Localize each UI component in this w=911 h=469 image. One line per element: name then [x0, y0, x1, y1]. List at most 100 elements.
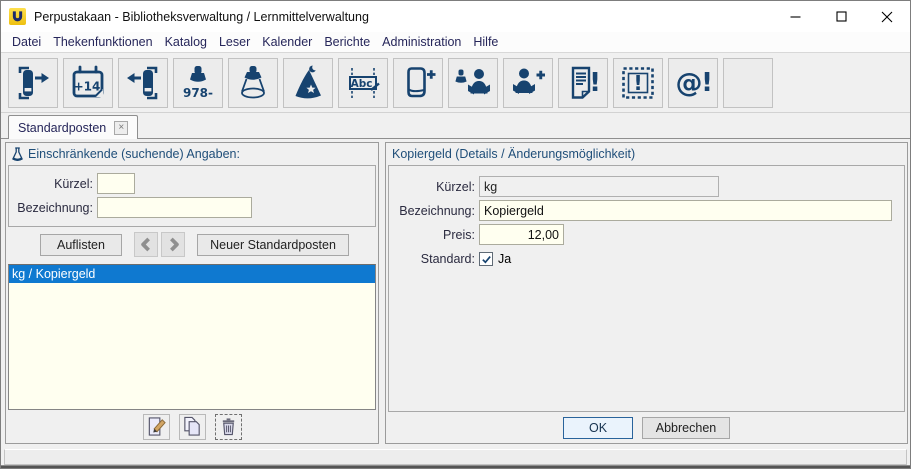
- auflisten-button[interactable]: Auflisten: [40, 234, 122, 256]
- at-glyph: @: [676, 68, 703, 99]
- email-alert-icon: @ !: [673, 63, 713, 103]
- book-arrow-right-icon: [13, 63, 53, 103]
- abc-field-icon: Abc: [343, 63, 383, 103]
- copy-record-button[interactable]: [179, 414, 206, 440]
- search-buttons-row: Auflisten Neuer Standardposten: [6, 227, 378, 261]
- isbn-label: 978-: [183, 86, 213, 100]
- app-logo-icon: [9, 8, 26, 25]
- edit-pencil-icon: [146, 416, 167, 437]
- flask-icon: [12, 147, 23, 162]
- toolbar: +14 978-: [1, 53, 910, 113]
- scanner-light-button[interactable]: [228, 58, 278, 108]
- email-alert-button[interactable]: @ !: [668, 58, 718, 108]
- record-actions-row: [6, 410, 378, 443]
- preis-label: Preis:: [397, 228, 475, 242]
- chevron-left-icon: [138, 236, 155, 253]
- preis-input[interactable]: [479, 224, 564, 245]
- alert-glyph: !: [633, 71, 642, 95]
- tab-standardposten[interactable]: Standardposten ×: [8, 115, 138, 139]
- details-fields-box: Kürzel: Bezeichnung: Preis: Standard:: [388, 165, 905, 412]
- scanner-isbn-icon: 978-: [178, 63, 218, 103]
- wizard-hat-icon: [288, 63, 328, 103]
- window-controls: [772, 1, 910, 32]
- document-alert-icon: !: [563, 63, 603, 103]
- reader-plus-icon: [508, 63, 548, 103]
- document-alert-button[interactable]: !: [558, 58, 608, 108]
- abc-label: Abc: [351, 77, 373, 89]
- scan-reader-button[interactable]: [448, 58, 498, 108]
- previous-button[interactable]: [134, 232, 158, 257]
- add-reader-button[interactable]: [503, 58, 553, 108]
- kuerzel-search-input[interactable]: [97, 173, 135, 194]
- menu-kalender[interactable]: Kalender: [256, 33, 318, 51]
- window-title: Perpustakaan - Bibliotheksverwaltung / L…: [34, 10, 369, 24]
- stamp-alert-button[interactable]: !: [613, 58, 663, 108]
- add-book-button[interactable]: [393, 58, 443, 108]
- dialog-buttons-row: OK Abbrechen: [386, 412, 907, 443]
- menu-hilfe[interactable]: Hilfe: [467, 33, 504, 51]
- bezeichnung-detail-input[interactable]: [479, 200, 892, 221]
- titlebar: Perpustakaan - Bibliotheksverwaltung / L…: [1, 1, 910, 32]
- maximize-button[interactable]: [818, 1, 864, 32]
- check-icon: [481, 254, 492, 265]
- chevron-right-icon: [165, 236, 182, 253]
- return-book-button[interactable]: [118, 58, 168, 108]
- menu-datei[interactable]: Datei: [6, 33, 47, 51]
- isbn-scanner-button[interactable]: 978-: [173, 58, 223, 108]
- text-field-edit-button[interactable]: Abc: [338, 58, 388, 108]
- kuerzel-search-label: Kürzel:: [15, 177, 93, 191]
- book-plus-icon: [398, 63, 438, 103]
- search-panel-title: Einschränkende (suchende) Angaben:: [28, 147, 240, 161]
- menu-leser[interactable]: Leser: [213, 33, 256, 51]
- bezeichnung-detail-label: Bezeichnung:: [397, 204, 475, 218]
- edit-record-button[interactable]: [143, 414, 170, 440]
- app-window: Perpustakaan - Bibliotheksverwaltung / L…: [0, 0, 911, 469]
- search-panel-header: Einschränkende (suchende) Angaben:: [6, 143, 378, 165]
- neuer-standardposten-button[interactable]: Neuer Standardposten: [197, 234, 349, 256]
- statusbar: [4, 449, 907, 465]
- alert-glyph: !: [701, 68, 713, 98]
- scanner-reader-icon: [453, 63, 493, 103]
- wizard-button[interactable]: [283, 58, 333, 108]
- standard-checkbox[interactable]: [479, 252, 493, 266]
- minimize-button[interactable]: [772, 1, 818, 32]
- search-panel: Einschränkende (suchende) Angaben: Kürze…: [5, 142, 379, 444]
- details-panel: Kopiergeld (Details / Änderungsmöglichke…: [385, 142, 908, 444]
- close-button[interactable]: [864, 1, 910, 32]
- checkout-book-button[interactable]: [8, 58, 58, 108]
- scanner-light-cone-icon: [233, 63, 273, 103]
- tab-label: Standardposten: [18, 121, 106, 135]
- search-criteria-box: Kürzel: Bezeichnung:: [8, 165, 376, 227]
- kuerzel-detail-label: Kürzel:: [397, 180, 475, 194]
- tabbar: Standardposten ×: [1, 113, 910, 139]
- standard-label: Standard:: [397, 252, 475, 266]
- standard-value-label: Ja: [498, 252, 511, 266]
- menubar: Datei Thekenfunktionen Katalog Leser Kal…: [1, 32, 910, 53]
- copy-icon: [182, 416, 203, 437]
- ok-button[interactable]: OK: [563, 417, 633, 439]
- tab-close-icon[interactable]: ×: [114, 121, 128, 135]
- alert-glyph: !: [589, 68, 601, 98]
- menu-katalog[interactable]: Katalog: [159, 33, 213, 51]
- stamp-alert-icon: !: [618, 63, 658, 103]
- extend-loan-button[interactable]: +14: [63, 58, 113, 108]
- kuerzel-detail-input: [479, 176, 719, 197]
- list-item[interactable]: kg / Kopiergeld: [9, 265, 375, 283]
- book-arrow-left-icon: [123, 63, 163, 103]
- plus14-label: +14: [74, 79, 101, 93]
- menu-administration[interactable]: Administration: [376, 33, 467, 51]
- menu-berichte[interactable]: Berichte: [318, 33, 376, 51]
- blank-toolbar-button[interactable]: [723, 58, 773, 108]
- details-panel-title: Kopiergeld (Details / Änderungsmöglichke…: [392, 147, 635, 161]
- delete-record-button[interactable]: [215, 414, 242, 440]
- abbrechen-button[interactable]: Abbrechen: [642, 417, 730, 439]
- details-panel-header: Kopiergeld (Details / Änderungsmöglichke…: [386, 143, 907, 165]
- trash-icon: [219, 417, 238, 436]
- bezeichnung-search-input[interactable]: [97, 197, 252, 218]
- bezeichnung-search-label: Bezeichnung:: [15, 201, 93, 215]
- taskbar-strip: [1, 465, 910, 468]
- menu-thekenfunktionen[interactable]: Thekenfunktionen: [47, 33, 158, 51]
- next-button[interactable]: [161, 232, 185, 257]
- results-list[interactable]: kg / Kopiergeld: [8, 264, 376, 410]
- calendar-plus14-icon: +14: [68, 63, 108, 103]
